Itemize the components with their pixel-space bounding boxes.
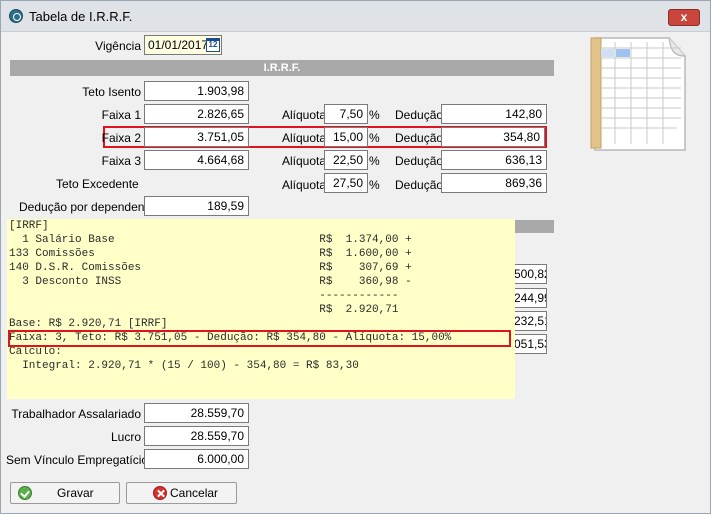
cancel-button[interactable]: Cancelar [126,482,237,504]
tooltip-line: ------------ [9,290,399,302]
faixa1-aliquota-input[interactable]: 7,50 [324,104,368,124]
faixa2-label: Faixa 2 [101,131,141,145]
irrf-calculation-tooltip: [IRRF] 1 Salário Base R$ 1.374,00 + 133 … [7,219,515,399]
teto-excedente-deducao-label: Dedução [395,178,444,192]
faixa2-percent-sign: % [369,131,380,145]
faixa3-aliquota-label: Alíquota [282,154,327,168]
faixa2-input[interactable]: 3.751,05 [144,127,249,147]
save-button-label: Gravar [57,486,94,500]
vigencia-label: Vigência [95,39,141,53]
deducao-dependente-input[interactable]: 189,59 [144,196,249,216]
save-button[interactable]: Gravar [10,482,120,504]
teto-excedente-aliquota-input[interactable]: 27,50 [324,173,368,193]
faixa3-aliquota-input[interactable]: 22,50 [324,150,368,170]
faixa1-input[interactable]: 2.826,65 [144,104,249,124]
faixa3-label: Faixa 3 [101,154,141,168]
teto-excedente-label: Teto Excedente [56,177,139,191]
faixa1-deducao-label: Dedução [395,108,444,122]
tooltip-line: Cálculo: [9,346,62,358]
sem-vinculo-input[interactable]: 6.000,00 [144,449,249,469]
irrf-table-window: Tabela de I.R.R.F. x Vigência 01/01/2017… [0,0,711,514]
faixa2-deducao-label: Dedução [395,131,444,145]
tooltip-line: 140 D.S.R. Comissões R$ 307,69 + [9,262,412,274]
faixa3-deducao-input[interactable]: 636,13 [441,150,547,170]
section-header: I.R.R.F. [10,60,554,76]
trabalhador-label: Trabalhador Assalariado [11,407,141,421]
teto-excedente-deducao-input[interactable]: 869,36 [441,173,547,193]
teto-excedente-aliquota-label: Alíquota [282,178,327,192]
faixa3-percent-sign: % [369,154,380,168]
faixa3-deducao-label: Dedução [395,154,444,168]
window-title: Tabela de I.R.R.F. [29,9,133,24]
checkmark-icon [18,486,32,500]
lucro-label: Lucro [110,430,141,444]
sem-vinculo-label: Sem Vínculo Empregatício [6,453,149,467]
teto-isento-input[interactable]: 1.903,98 [144,81,249,101]
faixa1-label: Faixa 1 [101,108,141,122]
deducao-dependente-label: Dedução por dependente [19,200,155,214]
trabalhador-input[interactable]: 28.559,70 [144,403,249,423]
cancel-icon [153,486,167,500]
faixa2-aliquota-input[interactable]: 15,00 [324,127,368,147]
teto-isento-label: Teto Isento [82,85,141,99]
faixa2-deducao-input[interactable]: 354,80 [441,127,545,147]
faixa3-input[interactable]: 4.664,68 [144,150,249,170]
tooltip-line: Integral: 2.920,71 * (15 / 100) - 354,80… [9,360,359,372]
tooltip-line: 1 Salário Base R$ 1.374,00 + [9,234,412,246]
title-bar: Tabela de I.R.R.F. x [1,1,710,32]
faixa1-percent-sign: % [369,108,380,122]
faixa2-aliquota-label: Alíquota [282,131,327,145]
section-header-partial [514,220,554,233]
tooltip-line: Base: R$ 2.920,71 [IRRF] [9,318,168,330]
faixa1-deducao-input[interactable]: 142,80 [441,104,547,124]
faixa1-aliquota-label: Alíquota [282,108,327,122]
cancel-button-label: Cancelar [170,486,219,500]
spreadsheet-icon [590,37,686,151]
teto-excedente-percent-sign: % [369,178,380,192]
tooltip-line: 3 Desconto INSS R$ 360,98 - [9,276,412,288]
faixa-line-highlight [8,330,511,347]
tooltip-line: 133 Comissões R$ 1.600,00 + [9,248,412,260]
tooltip-line: [IRRF] [9,220,49,232]
tooltip-line: R$ 2.920,71 [9,304,399,316]
close-button[interactable]: x [668,9,700,26]
lucro-input[interactable]: 28.559,70 [144,426,249,446]
calendar-icon[interactable]: 12 [206,38,220,52]
app-icon [9,9,23,23]
